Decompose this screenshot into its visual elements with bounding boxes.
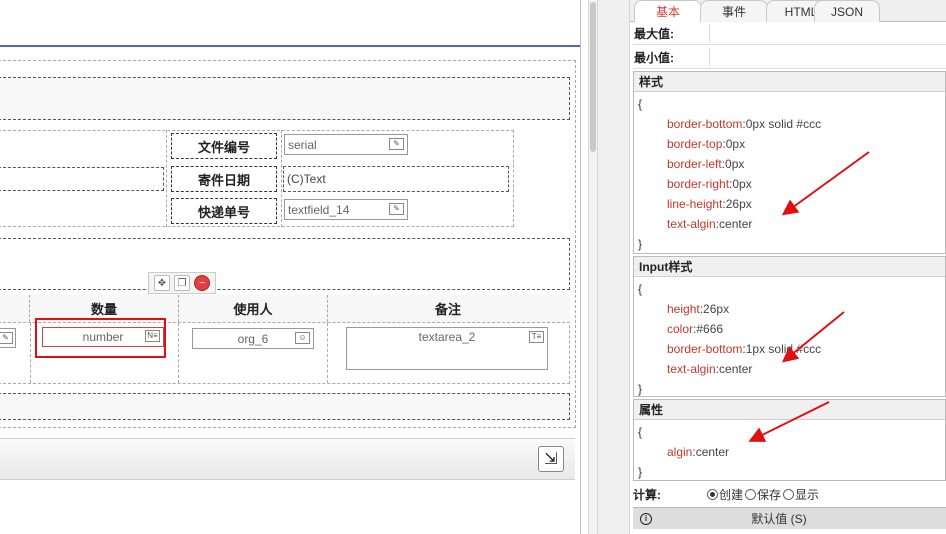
form-title-region[interactable]	[0, 77, 570, 120]
label-file-number: 文件编号	[171, 133, 277, 159]
radio-save[interactable]: 保存	[745, 486, 781, 503]
edit-icon: ✎	[389, 203, 404, 215]
copy-icon[interactable]: ❐	[174, 275, 190, 291]
calc-label: 计算:	[633, 487, 661, 502]
info-divider	[281, 130, 282, 227]
min-value-input[interactable]	[709, 48, 946, 66]
label-send-date: 寄件日期	[171, 166, 277, 192]
radio-save-label: 保存	[757, 487, 782, 502]
radio-dot[interactable]	[783, 488, 795, 500]
style-section-title: 样式	[634, 72, 945, 92]
serial-field-value: serial	[288, 137, 317, 152]
number-badge-icon: N≡	[145, 330, 160, 342]
radio-dot[interactable]	[745, 488, 757, 500]
annotation-arrow	[781, 151, 870, 216]
radio-dot[interactable]	[707, 488, 718, 500]
element-toolbar: ✥ ❐ −	[148, 272, 216, 294]
tab-events[interactable]: 事件	[700, 0, 768, 22]
radio-display[interactable]: 显示	[783, 486, 819, 503]
tab-basic[interactable]: 基本	[634, 0, 702, 22]
tracking-field-value: textfield_14	[288, 202, 350, 217]
code-line: border-bottom:0px solid #ccc	[667, 117, 822, 131]
empty-section[interactable]	[0, 238, 570, 290]
annotation-arrow	[748, 401, 830, 442]
number-field[interactable]: number N≡	[42, 327, 164, 347]
default-value-label: 默认值 (S)	[751, 512, 807, 526]
canvas-edge	[580, 0, 581, 534]
header-user: 使用人	[179, 295, 328, 322]
partial-field[interactable]: ✎	[0, 328, 16, 348]
radio-display-label: 显示	[795, 487, 820, 502]
tracking-field[interactable]: textfield_14 ✎	[284, 199, 408, 220]
canvas-scrollbar[interactable]	[588, 0, 597, 534]
panel-splitter[interactable]	[597, 0, 630, 534]
info-icon: i	[640, 512, 652, 525]
max-value-label: 最大值:	[634, 26, 674, 41]
min-value-label: 最小值:	[634, 50, 674, 65]
collapse-icon[interactable]: ⇲	[538, 446, 564, 472]
edit-icon: ✎	[389, 138, 404, 150]
org-field-value: org_6	[237, 331, 269, 346]
panel-tabs: 基本 事件 HTML JSON	[630, 0, 946, 22]
number-field-value: number	[82, 330, 124, 344]
label-tracking-number: 快递单号	[171, 198, 277, 224]
canvas-top-rule	[0, 45, 581, 47]
textarea-field[interactable]: textarea_2 T≡	[346, 327, 548, 370]
max-value-row: 最大值:	[633, 22, 946, 45]
tab-json[interactable]: JSON	[814, 0, 880, 22]
default-value-bar[interactable]: i 默认值 (S)	[633, 507, 946, 529]
date-left-cell[interactable]	[0, 167, 164, 191]
row-divider	[327, 323, 328, 383]
text-field-cell[interactable]: (C)Text	[283, 166, 509, 192]
header-cell-blank	[0, 295, 30, 322]
radio-create-label: 创建	[719, 487, 744, 502]
org-field[interactable]: org_6 ☺	[192, 328, 314, 349]
scrollbar-thumb[interactable]	[590, 2, 596, 152]
code-open: {	[638, 97, 643, 111]
delete-icon[interactable]: −	[194, 275, 210, 291]
annotation-arrows	[748, 151, 870, 442]
max-value-input[interactable]	[709, 24, 946, 42]
canvas-bottom-bar	[0, 438, 575, 480]
annotation-arrow	[781, 311, 845, 363]
calc-row: 计算: 创建 保存 显示	[633, 483, 946, 505]
textarea-badge-icon: T≡	[529, 331, 544, 343]
text-field-value: (C)Text	[287, 172, 326, 186]
edit-icon: ✎	[0, 332, 13, 344]
min-value-row: 最小值:	[633, 46, 946, 69]
row-divider	[178, 323, 179, 383]
serial-field[interactable]: serial ✎	[284, 134, 408, 155]
info-divider	[166, 130, 167, 227]
code-close: }	[638, 465, 643, 479]
header-remark: 备注	[328, 295, 568, 322]
move-icon[interactable]: ✥	[154, 275, 170, 291]
textarea-field-value: textarea_2	[418, 330, 476, 344]
radio-create[interactable]: 创建	[707, 486, 743, 503]
row-divider	[30, 323, 31, 383]
form-footer-region[interactable]	[0, 393, 570, 420]
user-icon: ☺	[295, 332, 310, 344]
